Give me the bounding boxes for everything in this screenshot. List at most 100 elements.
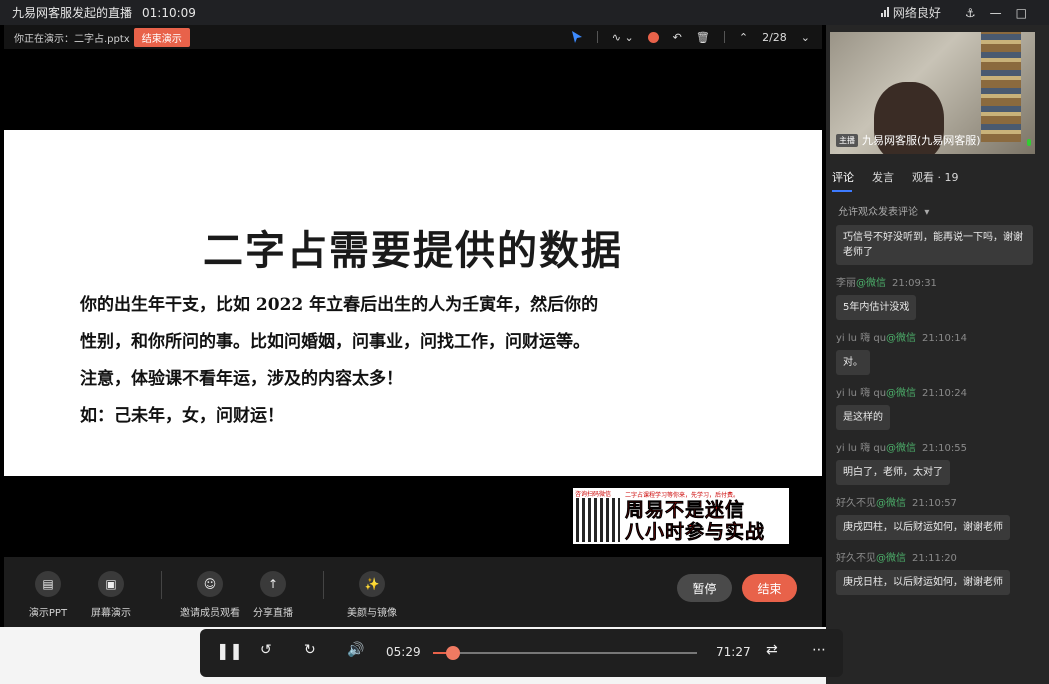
- loop-off-icon[interactable]: ⇄: [766, 642, 778, 658]
- network-label: 网络良好: [892, 6, 941, 20]
- comment-list[interactable]: 巧信号不好没听到，能再说一下吗，谢谢老师了 李丽@微信 21:09:31 5年内估…: [836, 225, 1036, 595]
- qr-code-icon: [576, 498, 620, 542]
- mic-icon: [1027, 139, 1031, 146]
- chat-time: 21:10:24: [922, 388, 967, 399]
- divider: [161, 571, 162, 599]
- chat-meta: 李丽@微信 21:09:31: [836, 274, 1036, 289]
- comment-permission-label: 允许观众发表评论: [838, 207, 918, 218]
- toolbar-label: 邀请成员观看: [180, 608, 240, 619]
- presenting-label: 你正在演示：二字占.pptx: [14, 33, 130, 45]
- caret-down-icon: ▾: [921, 207, 930, 218]
- promo-line-2: 八小时参与实战: [625, 521, 766, 544]
- beauty-icon: ✨: [359, 571, 385, 597]
- page-indicator: 2/28: [762, 30, 787, 44]
- pen-icon[interactable]: ∿ ⌄: [612, 31, 634, 44]
- forward-30-icon[interactable]: ↻: [304, 642, 316, 658]
- seek-handle[interactable]: [446, 646, 461, 660]
- chat-bubble: 5年内估计没戏: [836, 295, 917, 320]
- live-toolbar: ▤ 演示PPT ▣ 屏幕演示 ☺ 邀请成员观看 ↑ 分享直播 ✨ 美颜与镜像 暂…: [4, 557, 822, 627]
- slide-line: 如：己未年，女，问财运！: [80, 406, 284, 426]
- trash-icon[interactable]: 🗑: [696, 31, 710, 44]
- chat-source: @微信: [886, 443, 917, 454]
- network-status: 网络良好: [880, 4, 941, 21]
- chat-user: 好久不见: [836, 498, 876, 509]
- chat-bubble: 庚戌日柱，以后财运如何，谢谢老师: [836, 570, 1010, 595]
- slide: 二字占需要提供的数据 你的出生年干支，比如 2022 年立春后出生的人为壬寅年，…: [4, 130, 822, 476]
- record-dot-icon[interactable]: [647, 31, 659, 43]
- chat-source: @微信: [876, 553, 906, 564]
- qr-caption: 咨询扫码微信: [575, 491, 612, 498]
- minimize-icon[interactable]: —: [990, 6, 1002, 20]
- chat-meta: yi lu 嗨 qu@微信 21:10:55: [836, 439, 1036, 454]
- promo-banner: 咨询扫码微信 二字占课程学习等你来，先学习，后付费。 周易不是迷信 八小时参与实…: [573, 488, 789, 544]
- window-title: 九易网客服发起的直播: [12, 6, 133, 20]
- beauty-mirror-button[interactable]: ✨ 美颜与镜像: [342, 571, 402, 619]
- pause-live-button[interactable]: 暂停: [677, 574, 732, 602]
- chat-meta: 好久不见@微信 21:10:57: [836, 494, 1036, 509]
- toolbar-label: 屏幕演示: [91, 608, 131, 619]
- rewind-10-icon[interactable]: ↺: [260, 642, 272, 658]
- chat-user: yi lu 嗨 qu: [836, 388, 887, 399]
- page-down-icon[interactable]: ⌄: [801, 31, 810, 44]
- screen-share-icon: ▣: [98, 571, 124, 597]
- pointer-icon[interactable]: [571, 30, 583, 44]
- chat-user: 好久不见: [836, 553, 876, 564]
- chat-user: yi lu 嗨 qu: [836, 333, 887, 344]
- share-live-button[interactable]: ↑ 分享直播: [243, 571, 303, 619]
- chat-bubble: 庚戌四柱，以后财运如何，谢谢老师: [836, 515, 1010, 540]
- chat-source: @微信: [886, 388, 917, 399]
- volume-icon[interactable]: 🔊: [347, 642, 364, 658]
- chat-source: @微信: [856, 278, 886, 289]
- chat-time: 21:11:20: [912, 553, 957, 564]
- maximize-icon[interactable]: □: [1016, 6, 1027, 20]
- slide-line: 注意，体验课不看年运，涉及的内容太多！: [80, 369, 403, 389]
- ppt-icon: ▤: [35, 571, 61, 597]
- slide-line: 性别，和你所问的事。比如问婚姻，问事业，问找工作，问财运等。: [80, 332, 590, 352]
- comment-permission-dropdown[interactable]: 允许观众发表评论 ▾: [838, 203, 929, 218]
- screen-share-button[interactable]: ▣ 屏幕演示: [81, 571, 141, 619]
- slide-title: 二字占需要提供的数据: [203, 228, 623, 274]
- total-time: 71:27: [716, 645, 751, 659]
- window-titlebar: 九易网客服发起的直播 01:10:09 网络良好 ⚓ — □: [0, 0, 1049, 25]
- host-camera: 主播 九易网客服(九易网客服): [830, 32, 1035, 154]
- current-time: 05:29: [386, 645, 421, 659]
- slide-line: 你的出生年干支，比如 2022 年立春后出生的人为壬寅年，然后你的: [80, 295, 599, 315]
- panel-tabs: 评论 发言 观看 · 19: [832, 169, 959, 192]
- tab-comments[interactable]: 评论: [832, 169, 854, 192]
- side-panel: 主播 九易网客服(九易网客服) 评论 发言 观看 · 19 允许观众发表评论 ▾…: [826, 25, 1049, 684]
- divider: [323, 571, 324, 599]
- chat-bubble: 巧信号不好没听到，能再说一下吗，谢谢老师了: [836, 225, 1033, 265]
- chat-meta: yi lu 嗨 qu@微信 21:10:14: [836, 329, 1036, 344]
- video-player: ❚❚ ↺ ↻ 🔊 05:29 71:27 ⇄ ⋯: [200, 629, 843, 677]
- more-icon[interactable]: ⋯: [812, 642, 826, 658]
- end-presentation-button[interactable]: 结束演示: [133, 27, 190, 47]
- page-up-icon[interactable]: ⌃: [739, 31, 748, 44]
- chat-bubble: 明白了，老师，太对了: [836, 460, 950, 485]
- chat-source: @微信: [876, 498, 906, 509]
- chat-time: 21:10:57: [912, 498, 957, 509]
- seek-bar[interactable]: [433, 646, 697, 660]
- toolbar-label: 演示PPT: [28, 608, 68, 619]
- chat-time: 21:10:14: [922, 333, 967, 344]
- invite-icon: ☺: [197, 571, 223, 597]
- tab-viewers[interactable]: 观看 · 19: [912, 169, 959, 185]
- chat-bubble: 对。: [836, 350, 870, 375]
- chat-meta: yi lu 嗨 qu@微信 21:10:24: [836, 384, 1036, 399]
- invite-button[interactable]: ☺ 邀请成员观看: [180, 571, 240, 619]
- chat-source: @微信: [886, 333, 917, 344]
- chat-meta: 好久不见@微信 21:11:20: [836, 549, 1036, 564]
- present-ppt-button[interactable]: ▤ 演示PPT: [18, 571, 78, 619]
- tab-speak[interactable]: 发言: [872, 169, 894, 185]
- divider: [723, 31, 725, 43]
- undo-icon[interactable]: ↶: [673, 31, 682, 44]
- promo-small-text: 二字占课程学习等你来，先学习，后付费。: [625, 492, 740, 499]
- toolbar-label: 美颜与镜像: [347, 608, 397, 619]
- pause-icon[interactable]: ❚❚: [216, 641, 243, 660]
- pin-icon[interactable]: ⚓: [965, 6, 976, 20]
- host-role-badge: 主播: [836, 133, 858, 147]
- end-live-button[interactable]: 结束: [742, 574, 797, 602]
- signal-icon: [880, 7, 889, 17]
- host-tag: 主播 九易网客服(九易网客服): [836, 132, 981, 148]
- presenter-bar: 你正在演示：二字占.pptx 结束演示 ∿ ⌄ ↶ 🗑 ⌃ 2/28 ⌄: [4, 25, 822, 49]
- chat-time: 21:09:31: [892, 278, 937, 289]
